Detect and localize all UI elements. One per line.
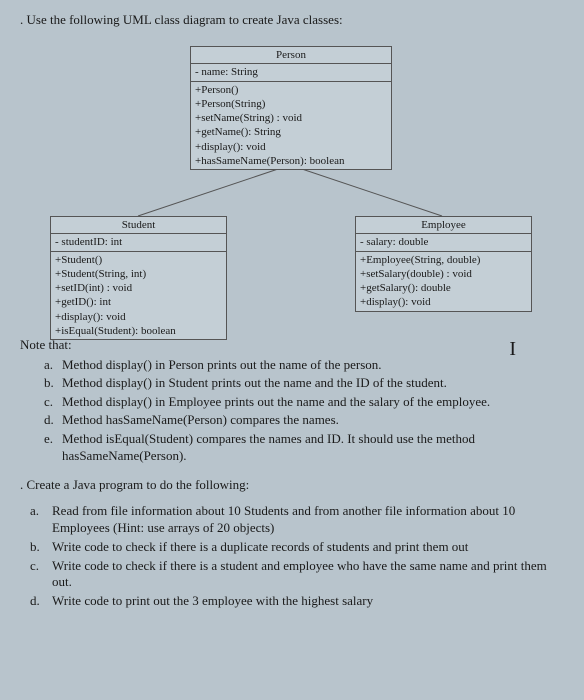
note-text: Method hasSameName(Person) compares the … bbox=[62, 412, 339, 427]
task-text: Write code to print out the 3 employee w… bbox=[52, 593, 373, 608]
tasks-list: a. Read from file information about 10 St… bbox=[30, 503, 564, 610]
uml-attr: - studentID: int bbox=[55, 235, 222, 249]
task-label: a. bbox=[30, 503, 39, 520]
uml-op: +setName(String) : void bbox=[195, 111, 387, 125]
note-text: Method isEqual(Student) compares the nam… bbox=[62, 431, 475, 464]
task-text: Read from file information about 10 Stud… bbox=[52, 503, 515, 535]
uml-op: +Student() bbox=[55, 253, 222, 267]
task-label: d. bbox=[30, 593, 40, 610]
note-label: e. bbox=[44, 430, 53, 448]
task-item: c. Write code to check if there is a stud… bbox=[30, 558, 564, 592]
uml-op: +setSalary(double) : void bbox=[360, 267, 527, 281]
uml-attr: - salary: double bbox=[360, 235, 527, 249]
note-item: d. Method hasSameName(Person) compares th… bbox=[44, 411, 564, 429]
note-label: a. bbox=[44, 356, 53, 374]
uml-diagram: Person - name: String +Person() +Person(… bbox=[20, 46, 564, 326]
uml-class-name: Employee bbox=[356, 217, 531, 234]
task-text: Write code to check if there is a duplic… bbox=[52, 539, 468, 554]
uml-operations: +Person() +Person(String) +setName(Strin… bbox=[191, 82, 391, 170]
assignment-title: . Use the following UML class diagram to… bbox=[20, 12, 564, 28]
uml-op: +Employee(String, double) bbox=[360, 253, 527, 267]
uml-class-employee: Employee - salary: double +Employee(Stri… bbox=[355, 216, 532, 312]
uml-op: +getSalary(): double bbox=[360, 281, 527, 295]
tasks-heading: . Create a Java program to do the follow… bbox=[20, 477, 564, 493]
task-item: a. Read from file information about 10 St… bbox=[30, 503, 564, 537]
uml-op: +display(): void bbox=[55, 310, 222, 324]
page-container: . Use the following UML class diagram to… bbox=[0, 0, 584, 624]
uml-op: +display(): void bbox=[195, 140, 387, 154]
uml-operations: +Student() +Student(String, int) +setID(… bbox=[51, 252, 226, 340]
uml-class-student: Student - studentID: int +Student() +Stu… bbox=[50, 216, 227, 340]
notes-list: a. Method display() in Person prints out … bbox=[44, 356, 564, 465]
note-text: Method display() in Person prints out th… bbox=[62, 357, 382, 372]
note-text: Method display() in Employee prints out … bbox=[62, 394, 490, 409]
task-label: b. bbox=[30, 539, 40, 556]
uml-attributes: - salary: double bbox=[356, 234, 531, 251]
uml-class-person: Person - name: String +Person() +Person(… bbox=[190, 46, 392, 170]
note-text: Method display() in Student prints out t… bbox=[62, 375, 447, 390]
note-label: d. bbox=[44, 411, 54, 429]
notes-heading: Note that: bbox=[20, 336, 564, 354]
uml-attr: - name: String bbox=[195, 65, 387, 79]
task-label: c. bbox=[30, 558, 39, 575]
uml-op: +Person() bbox=[195, 83, 387, 97]
task-text: Write code to check if there is a studen… bbox=[52, 558, 547, 590]
uml-attributes: - name: String bbox=[191, 64, 391, 81]
task-item: b. Write code to check if there is a dupl… bbox=[30, 539, 564, 556]
note-label: c. bbox=[44, 393, 53, 411]
tasks-heading-text: Create a Java program to do the followin… bbox=[27, 477, 250, 492]
uml-op: +display(): void bbox=[360, 295, 527, 309]
note-item: a. Method display() in Person prints out … bbox=[44, 356, 564, 374]
note-item: b. Method display() in Student prints out… bbox=[44, 374, 564, 392]
uml-class-name: Person bbox=[191, 47, 391, 64]
note-label: b. bbox=[44, 374, 54, 392]
uml-class-name: Student bbox=[51, 217, 226, 234]
note-item: e. Method isEqual(Student) compares the n… bbox=[44, 430, 564, 465]
uml-op: +getID(): int bbox=[55, 295, 222, 309]
uml-op: +getName(): String bbox=[195, 125, 387, 139]
uml-attributes: - studentID: int bbox=[51, 234, 226, 251]
note-item: c. Method display() in Employee prints ou… bbox=[44, 393, 564, 411]
uml-op: +Person(String) bbox=[195, 97, 387, 111]
title-text: Use the following UML class diagram to c… bbox=[27, 12, 343, 27]
uml-op: +Student(String, int) bbox=[55, 267, 222, 281]
task-item: d. Write code to print out the 3 employee… bbox=[30, 593, 564, 610]
uml-op: +setID(int) : void bbox=[55, 281, 222, 295]
uml-operations: +Employee(String, double) +setSalary(dou… bbox=[356, 252, 531, 311]
uml-op: +hasSameName(Person): boolean bbox=[195, 154, 387, 168]
notes-section: I Note that: a.Method display() in Perso… bbox=[20, 336, 564, 465]
